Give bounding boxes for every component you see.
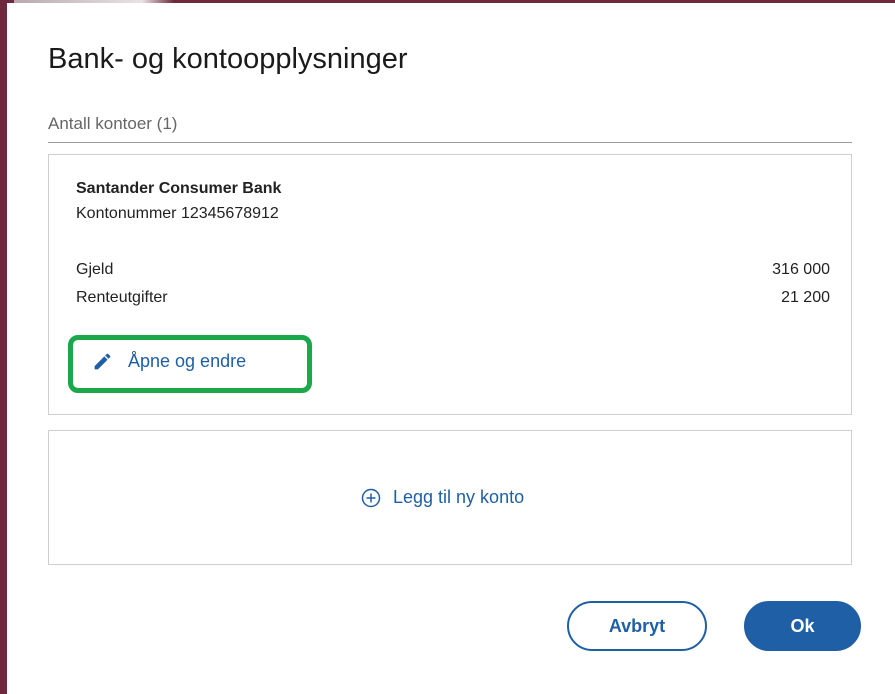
debt-label: Gjeld xyxy=(76,261,114,278)
interest-expense-label: Renteutgifter xyxy=(76,289,168,306)
add-account-link[interactable]: Legg til ny konto xyxy=(361,487,524,508)
window-frame-left xyxy=(0,0,7,694)
divider xyxy=(48,142,852,143)
ok-button[interactable]: Ok xyxy=(744,601,861,651)
debt-value: 316 000 xyxy=(772,261,830,278)
account-card: Santander Consumer Bank Kontonummer 1234… xyxy=(48,154,852,415)
add-account-label: Legg til ny konto xyxy=(393,487,525,507)
bank-name: Santander Consumer Bank xyxy=(76,180,282,197)
account-number: Kontonummer 12345678912 xyxy=(76,205,279,222)
open-and-edit-link[interactable]: Åpne og endre xyxy=(92,351,246,372)
add-account-card[interactable]: Legg til ny konto xyxy=(48,430,852,565)
interest-expense-value: 21 200 xyxy=(781,289,830,306)
account-count-label: Antall kontoer (1) xyxy=(48,114,178,133)
plus-circle-icon xyxy=(361,488,381,508)
cancel-button[interactable]: Avbryt xyxy=(567,601,707,651)
dialog-title: Bank- og kontoopplysninger xyxy=(48,43,408,75)
pencil-icon xyxy=(92,351,113,372)
bank-account-dialog: Bank- og kontoopplysninger Antall kontoe… xyxy=(7,3,895,694)
open-and-edit-label: Åpne og endre xyxy=(128,351,247,371)
